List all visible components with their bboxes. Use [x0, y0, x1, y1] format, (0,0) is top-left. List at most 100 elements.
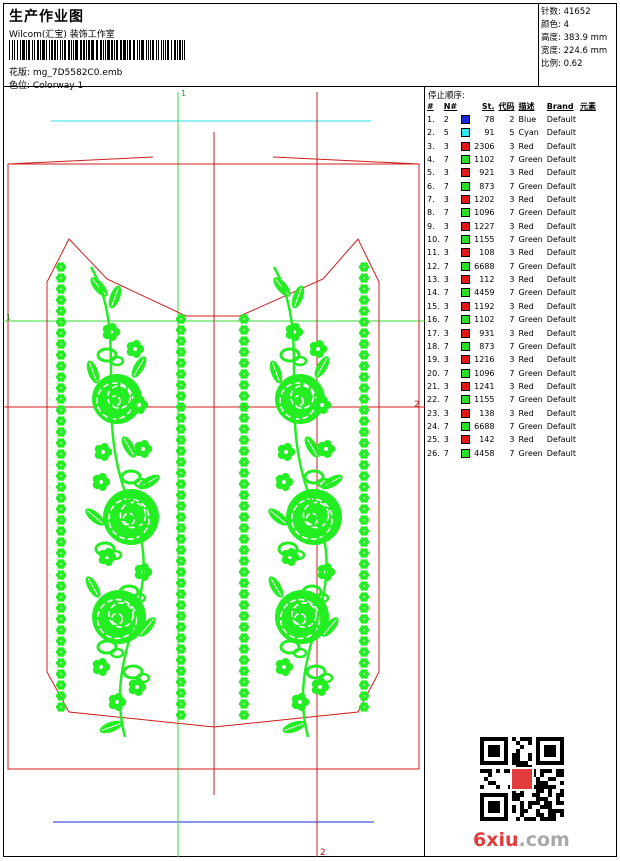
leaf: [268, 576, 284, 598]
inner-scallop: [175, 710, 187, 720]
row-needle: 3: [443, 355, 449, 365]
table-row: 23. 3 138 3 Red Default: [425, 407, 598, 420]
inner-scallop: [238, 699, 250, 709]
row-swatch: [459, 407, 472, 420]
row-code: 3: [509, 301, 515, 311]
table-row: 21. 3 1241 3 Red Default: [425, 380, 598, 393]
edge-scallop: [358, 614, 370, 624]
edge-scallop: [55, 658, 67, 668]
row-needle: 7: [443, 315, 449, 325]
color-swatch: [461, 368, 471, 378]
row-swatch: [459, 447, 472, 460]
row-index: 24.: [427, 421, 440, 431]
row-index: 2.: [427, 128, 435, 138]
color-swatch: [461, 341, 471, 351]
row-stitches: 1102: [474, 155, 495, 165]
row-desc: Green: [518, 261, 543, 271]
row-needle: 7: [443, 395, 449, 405]
row-desc: Cyan: [518, 128, 539, 138]
inner-scallop: [175, 578, 187, 588]
row-needle: 3: [443, 381, 449, 391]
design-height: 高度: 383.9 mm: [541, 33, 608, 43]
row-brand: Default: [546, 368, 576, 378]
color-swatch: [461, 275, 471, 285]
col-swatch: [459, 101, 472, 113]
inner-scallop: [238, 710, 250, 720]
edge-scallop: [55, 526, 67, 536]
edge-scallop: [358, 669, 370, 679]
inner-scallop: [238, 468, 250, 478]
inner-scallop: [175, 435, 187, 445]
row-desc: Red: [518, 195, 534, 205]
edge-scallop: [358, 416, 370, 426]
inner-scallop: [175, 600, 187, 610]
inner-scallop: [238, 556, 250, 566]
row-swatch: [459, 113, 472, 126]
table-row: 2. 5 91 5 Cyan Default: [425, 126, 598, 139]
table-row: 4. 7 1102 7 Green Default: [425, 153, 598, 166]
design-preview: 1 1 2 2: [3, 87, 425, 858]
row-needle: 3: [443, 275, 449, 285]
edge-scallop: [358, 361, 370, 371]
row-code: 3: [509, 221, 515, 231]
row-swatch: [459, 246, 472, 259]
edge-scallop: [55, 515, 67, 525]
edge-scallop: [55, 383, 67, 393]
row-index: 22.: [427, 395, 440, 405]
inner-scallop: [238, 523, 250, 533]
table-row: 22. 7 1155 7 Green Default: [425, 393, 598, 406]
edge-scallop: [358, 625, 370, 635]
table-row: 26. 7 4458 7 Green Default: [425, 447, 598, 460]
row-brand: Default: [546, 181, 576, 191]
row-desc: Green: [518, 421, 543, 431]
small-flower: [275, 658, 294, 676]
row-brand: Default: [546, 141, 576, 151]
small-flower: [275, 473, 294, 491]
inner-scallop: [238, 490, 250, 500]
color-swatch: [461, 195, 471, 205]
color-swatch: [461, 248, 471, 258]
inner-scallop: [238, 545, 250, 555]
row-stitches: 1192: [474, 301, 495, 311]
row-needle: 3: [443, 221, 449, 231]
row-code: 3: [509, 141, 515, 151]
edge-scallop: [55, 647, 67, 657]
marker-left: 1: [6, 313, 11, 322]
inner-scallop: [238, 479, 250, 489]
table-row: 17. 3 931 3 Red Default: [425, 327, 598, 340]
row-needle: 7: [443, 288, 449, 298]
edge-scallop: [55, 306, 67, 316]
table-row: 14. 7 4459 7 Green Default: [425, 286, 598, 299]
table-row: 15. 3 1192 3 Red Default: [425, 300, 598, 313]
row-index: 14.: [427, 288, 440, 298]
row-index: 18.: [427, 341, 440, 351]
row-desc: Green: [518, 315, 543, 325]
edge-scallop: [55, 339, 67, 349]
small-flower: [92, 658, 111, 676]
edge-scallop: [55, 295, 67, 305]
edge-scallop: [55, 416, 67, 426]
small-flower: [126, 340, 145, 358]
edge-scallop: [358, 548, 370, 558]
color-swatch: [461, 235, 471, 245]
row-brand: Default: [546, 235, 576, 245]
row-needle: 7: [443, 368, 449, 378]
edge-scallop: [358, 427, 370, 437]
row-stitches: 78: [484, 115, 495, 124]
inner-scallop: [238, 369, 250, 379]
small-flower: [317, 440, 336, 458]
row-code: 7: [509, 155, 515, 165]
color-swatch: [461, 155, 471, 165]
edge-scallop: [55, 482, 67, 492]
row-stitches: 873: [479, 341, 495, 351]
row-brand: Default: [546, 448, 576, 458]
inner-scallop: [238, 347, 250, 357]
edge-scallop: [358, 284, 370, 294]
edge-scallop: [358, 438, 370, 448]
small-flower: [291, 693, 310, 711]
row-code: 3: [509, 408, 515, 418]
inner-scallop: [175, 501, 187, 511]
color-swatch: [461, 301, 471, 311]
inner-scallop: [175, 644, 187, 654]
edge-scallop: [55, 361, 67, 371]
